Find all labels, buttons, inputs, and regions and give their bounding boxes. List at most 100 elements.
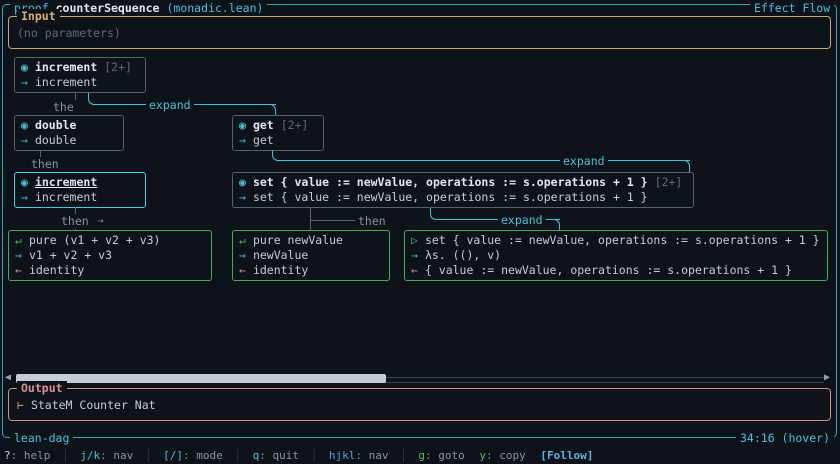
separator: │: [234, 449, 241, 462]
node-double[interactable]: ◉ double → double: [14, 115, 124, 151]
arrow-right-icon: →: [239, 133, 246, 147]
node-line: → get: [239, 133, 317, 148]
arrow-left-icon: ←: [15, 263, 22, 277]
arrow-right-icon: →: [239, 190, 246, 204]
node-line: → λs. ((), v): [411, 248, 821, 263]
node-line-text: get: [253, 133, 274, 147]
connector-arrow: ⇢: [94, 213, 107, 228]
node-line-text: double: [35, 133, 77, 147]
node-line: → double: [21, 133, 117, 148]
view-mode-label: Effect Flow: [750, 1, 834, 16]
node-icon: ◉: [21, 60, 28, 74]
node-increment-selected[interactable]: ◉ increment →increment: [14, 172, 146, 208]
node-line-text: identity: [29, 263, 84, 277]
separator: │: [311, 449, 318, 462]
node-line-text: increment: [35, 190, 97, 204]
help-label: : goto: [425, 449, 465, 462]
arrow-right-icon: →: [15, 248, 22, 262]
help-key: hjkl: [329, 449, 356, 462]
scrollbar-thumb[interactable]: [16, 374, 386, 383]
input-panel-content: (no parameters): [9, 26, 830, 41]
arrow-right-icon: →: [239, 248, 246, 262]
node-line-text: set { value := newValue, operations := s…: [253, 190, 648, 204]
node-title: pure (v1 + v2 + v3): [29, 233, 161, 247]
node-icon: ◉: [239, 175, 246, 189]
node-header: ↵pure newValue: [239, 233, 383, 248]
node-line: →increment: [21, 190, 139, 205]
node-title: increment: [35, 175, 97, 189]
node-set[interactable]: ◉ set { value := newValue, operations := …: [232, 172, 694, 208]
node-header: ◉ increment [2+]: [21, 60, 139, 75]
node-pure-sum[interactable]: ↵pure (v1 + v2 + v3) →v1 + v2 + v3 ←iden…: [8, 230, 212, 281]
help-label: : nav: [355, 449, 388, 462]
node-title: double: [35, 118, 77, 132]
connector-label-the: the: [50, 100, 77, 115]
node-increment[interactable]: ◉ increment [2+] → increment: [14, 57, 146, 93]
help-key: g: [418, 449, 425, 462]
node-badge: [2+]: [104, 60, 132, 74]
file-name: (monadic.lean): [166, 1, 263, 15]
output-panel: Output ⊢StateM Counter Nat: [8, 388, 831, 421]
node-line-text: { value := newValue, operations := s.ope…: [425, 263, 792, 277]
goal-text: StateM Counter Nat: [31, 398, 156, 412]
output-panel-content: ⊢StateM Counter Nat: [9, 398, 830, 413]
help-key: ?: [4, 449, 11, 462]
connector-label-then: then: [355, 214, 389, 229]
arrow-left-icon: ←: [411, 263, 418, 277]
help-key: y: [479, 449, 486, 462]
node-header: ◉ set { value := newValue, operations := …: [239, 175, 687, 190]
node-get[interactable]: ◉ get [2+] → get: [232, 115, 324, 151]
arrow-right-icon: →: [21, 75, 28, 89]
triangle-right-icon: ▷: [411, 233, 418, 247]
help-label: : mode: [183, 449, 223, 462]
app-name-label: lean-dag: [10, 431, 73, 446]
node-badge: [2+]: [281, 118, 309, 132]
node-line: → v1 + v2 + v3: [15, 248, 205, 263]
node-title: get: [253, 118, 274, 132]
scrollbar-right-arrow[interactable]: ▶: [824, 371, 830, 385]
connector-label-expand: expand: [146, 98, 194, 113]
return-icon: ↵: [239, 233, 246, 247]
node-badge: [2+]: [655, 175, 683, 189]
node-line: ← { value := newValue, operations := s.op…: [411, 263, 821, 278]
help-bar: ?: help │ j/k: nav │ [/]: mode │ q: quit…: [4, 448, 593, 463]
separator: │: [62, 449, 69, 462]
node-icon: ◉: [239, 118, 246, 132]
connector-line: [310, 208, 311, 230]
connector-label-expand: expand: [560, 154, 608, 169]
node-line-text: v1 + v2 + v3: [29, 248, 112, 262]
help-label: : nav: [100, 449, 133, 462]
help-key: j/k: [80, 449, 100, 462]
node-icon: ◉: [21, 175, 28, 189]
node-line-text: identity: [253, 263, 308, 277]
node-header: ◉ get [2+]: [239, 118, 317, 133]
arrow-left-icon: ←: [239, 263, 246, 277]
connector-line: [311, 220, 355, 221]
node-title: increment: [35, 60, 97, 74]
separator: │: [400, 449, 407, 462]
node-title: set { value := newValue, operations := s…: [253, 175, 648, 189]
input-panel: Input (no parameters): [8, 16, 831, 49]
node-header: ▷ set { value := newValue, operations := …: [411, 233, 821, 248]
node-title: set { value := newValue, operations := s…: [425, 233, 820, 247]
help-label: : quit: [259, 449, 299, 462]
separator: │: [145, 449, 152, 462]
node-line-text: increment: [35, 75, 97, 89]
node-header: ◉ double: [21, 118, 117, 133]
output-panel-title: Output: [17, 381, 67, 396]
help-label: : copy: [486, 449, 526, 462]
node-set-lambda[interactable]: ▷ set { value := newValue, operations := …: [404, 230, 828, 281]
node-line-text: λs. ((), v): [425, 248, 501, 262]
node-icon: ◉: [21, 118, 28, 132]
node-pure-newvalue[interactable]: ↵pure newValue →newValue ← identity: [232, 230, 390, 281]
node-line: →newValue: [239, 248, 383, 263]
node-line: → increment: [21, 75, 139, 90]
connector-label-expand: expand: [498, 213, 546, 228]
node-line: ← identity: [239, 263, 383, 278]
connector-line: [272, 150, 690, 161]
arrow-right-icon: →: [411, 248, 418, 262]
follow-mode-badge: [Follow]: [540, 449, 593, 462]
arrow-right-icon: →: [21, 133, 28, 147]
scrollbar-left-arrow[interactable]: ◀: [5, 371, 11, 385]
node-header: ◉ increment: [21, 175, 139, 190]
